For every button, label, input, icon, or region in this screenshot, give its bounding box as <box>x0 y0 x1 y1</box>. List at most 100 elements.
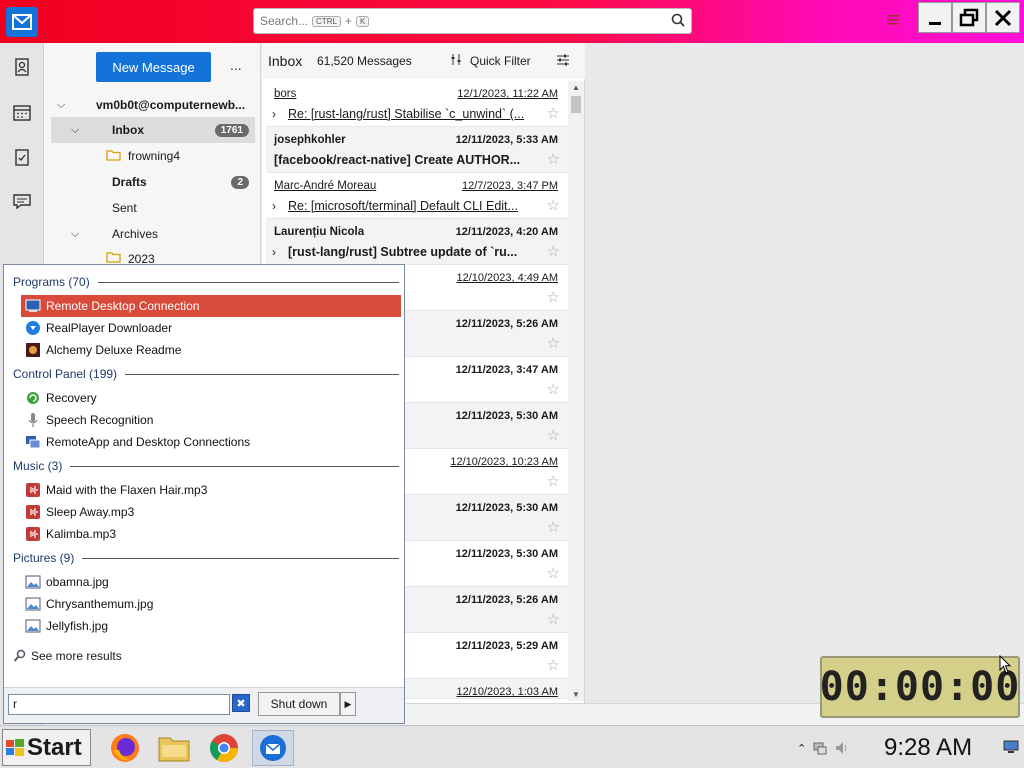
minimize-button[interactable] <box>918 2 952 33</box>
star-icon[interactable]: ☆ <box>547 380 560 398</box>
star-icon[interactable]: ☆ <box>547 656 560 674</box>
folder-drafts[interactable]: Drafts 2 <box>51 169 255 195</box>
start-search-input[interactable]: r <box>8 694 230 715</box>
folder-icon <box>106 149 121 164</box>
thread-expand-icon[interactable]: › <box>272 199 276 213</box>
network-icon[interactable] <box>812 740 828 756</box>
result-music-3[interactable]: Kalimba.mp3 <box>21 523 401 545</box>
result-speech-recognition[interactable]: Speech Recognition <box>21 409 401 431</box>
folder-label: Drafts <box>112 175 147 189</box>
shortcut-k: K <box>355 15 370 27</box>
message-subject: [rust-lang/rust] Subtree update of `ru..… <box>288 245 518 259</box>
result-music-1[interactable]: Maid with the Flaxen Hair.mp3 <box>21 479 401 501</box>
result-remote-desktop[interactable]: Remote Desktop Connection <box>21 295 401 317</box>
folder-frowning4[interactable]: frowning4 <box>51 143 255 169</box>
message-row[interactable]: › Marc-André Moreau 12/7/2023, 3:47 PM Re: … <box>266 173 568 219</box>
timer-display: 00:00:00 <box>820 656 1020 718</box>
folder-icon <box>106 251 121 265</box>
taskbar: Start ⌃ 9:28 AM <box>0 725 1024 768</box>
message-date: 12/11/2023, 5:26 AM <box>455 594 558 606</box>
audio-file-icon <box>26 505 40 519</box>
folder-2023[interactable]: 2023 <box>51 247 255 265</box>
restore-button[interactable] <box>952 2 986 33</box>
more-options-button[interactable]: ... <box>230 57 242 73</box>
scrollbar-thumb[interactable] <box>571 96 581 113</box>
message-date: 12/10/2023, 10:23 AM <box>450 456 558 468</box>
result-remoteapp[interactable]: RemoteApp and Desktop Connections <box>21 431 401 453</box>
start-button[interactable]: Start <box>2 729 91 766</box>
message-row[interactable]: › bors 12/1/2023, 11:22 AM Re: [rust-lang/r… <box>266 81 568 127</box>
result-alchemy-readme[interactable]: Alchemy Deluxe Readme <box>21 339 401 361</box>
menu-icon[interactable] <box>886 13 900 30</box>
drafts-badge: 2 <box>231 175 249 189</box>
chevron-down-icon[interactable]: ⌵ <box>57 99 65 112</box>
scroll-down-icon[interactable]: ▼ <box>572 690 580 699</box>
audio-file-icon <box>26 527 40 541</box>
show-hidden-icons-icon[interactable]: ⌃ <box>797 742 806 755</box>
star-icon[interactable]: ☆ <box>547 150 560 168</box>
thread-expand-icon[interactable]: › <box>272 245 276 259</box>
result-realplayer-downloader[interactable]: RealPlayer Downloader <box>21 317 401 339</box>
address-book-icon[interactable] <box>12 57 32 77</box>
quick-filter-button[interactable]: Quick Filter <box>470 54 531 68</box>
message-list-scrollbar[interactable]: ▲ ▼ <box>568 81 584 701</box>
music-section-header: Music (3) <box>13 459 399 473</box>
shutdown-button[interactable]: Shut down <box>258 692 340 716</box>
star-icon[interactable]: ☆ <box>547 564 560 582</box>
result-recovery[interactable]: Recovery <box>21 387 401 409</box>
star-icon[interactable]: ☆ <box>547 610 560 628</box>
display-options-icon[interactable] <box>556 53 570 70</box>
chat-icon[interactable] <box>12 191 32 211</box>
star-icon[interactable]: ☆ <box>547 518 560 536</box>
message-row[interactable]: › Laurențiu Nicola 12/11/2023, 4:20 AM [rus… <box>266 219 568 265</box>
show-desktop-icon[interactable] <box>1003 740 1019 754</box>
star-icon[interactable]: ☆ <box>547 472 560 490</box>
thunderbird-icon[interactable] <box>252 730 294 766</box>
message-date: 12/11/2023, 5:30 AM <box>455 410 558 422</box>
firefox-icon[interactable] <box>104 730 146 766</box>
shutdown-options-icon[interactable]: ▶ <box>340 692 356 716</box>
clear-search-icon[interactable]: ✖ <box>232 694 250 712</box>
message-subject: [facebook/react-native] Create AUTHOR... <box>274 153 521 167</box>
calendar-icon[interactable] <box>12 102 32 122</box>
recovery-icon <box>27 392 39 404</box>
star-icon[interactable]: ☆ <box>547 242 560 260</box>
control-panel-section-header: Control Panel (199) <box>13 367 399 381</box>
folder-inbox[interactable]: ⌵ Inbox 1761 <box>51 117 255 143</box>
new-message-button[interactable]: New Message <box>96 52 211 82</box>
star-icon[interactable]: ☆ <box>547 426 560 444</box>
message-date: 12/11/2023, 5:33 AM <box>455 134 558 146</box>
folder-archives[interactable]: ⌵ Archives <box>51 221 255 247</box>
file-explorer-icon[interactable] <box>153 730 195 766</box>
message-sender: josephkohler <box>274 134 346 146</box>
message-date: 12/11/2023, 3:47 AM <box>455 364 558 376</box>
result-picture-2[interactable]: Chrysanthemum.jpg <box>21 593 401 615</box>
mail-icon[interactable] <box>6 7 38 37</box>
search-input[interactable]: Search... CTRL + K <box>253 8 692 34</box>
chevron-down-icon[interactable]: ⌵ <box>71 124 79 137</box>
alchemy-icon <box>26 343 40 357</box>
star-icon[interactable]: ☆ <box>547 196 560 214</box>
star-icon[interactable]: ☆ <box>547 334 560 352</box>
chrome-icon[interactable] <box>203 730 245 766</box>
account-row[interactable]: ⌵ vm0b0t@computernewb... <box>51 92 255 118</box>
result-picture-3[interactable]: Jellyfish.jpg <box>21 615 401 637</box>
close-button[interactable] <box>986 2 1020 33</box>
clock[interactable]: 9:28 AM <box>884 734 972 762</box>
scroll-up-icon[interactable]: ▲ <box>572 83 580 92</box>
search-icon[interactable] <box>671 13 685 30</box>
volume-icon[interactable] <box>834 740 850 756</box>
title-bar: Search... CTRL + K <box>0 0 1024 43</box>
result-picture-1[interactable]: obamna.jpg <box>21 571 401 593</box>
message-row[interactable]: josephkohler 12/11/2023, 5:33 AM [facebook… <box>266 127 568 173</box>
star-icon[interactable]: ☆ <box>547 288 560 306</box>
result-music-2[interactable]: Sleep Away.mp3 <box>21 501 401 523</box>
audio-file-icon <box>26 483 40 497</box>
chevron-down-icon[interactable]: ⌵ <box>71 228 79 241</box>
image-file-icon <box>25 597 41 611</box>
star-icon[interactable]: ☆ <box>547 104 560 122</box>
folder-sent[interactable]: Sent <box>51 195 255 221</box>
thread-expand-icon[interactable]: › <box>272 107 276 121</box>
tasks-icon[interactable] <box>12 147 32 167</box>
see-more-results-link[interactable]: See more results <box>13 649 122 663</box>
